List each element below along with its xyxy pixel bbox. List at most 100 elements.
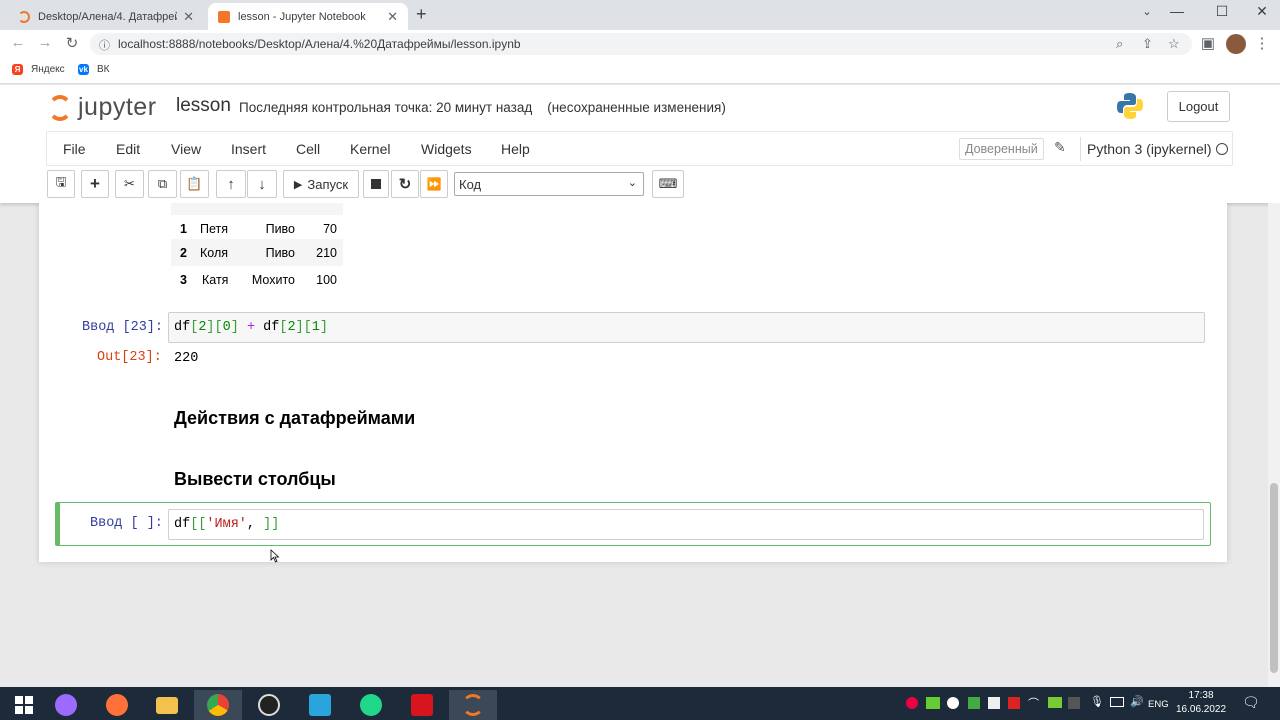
notebook-container: 1 Петя Пиво 70 2 Коля Пиво 210 3 Катя Мо… (39, 203, 1227, 562)
interrupt-button[interactable] (363, 170, 389, 198)
clock[interactable]: 17:38 16.06.2022 (1176, 689, 1226, 717)
back-icon[interactable]: ← (8, 34, 28, 51)
taskbar-app-acrobat[interactable] (398, 690, 446, 720)
forward-icon[interactable]: → (35, 34, 55, 51)
side-panel-icon[interactable]: ▣ (1198, 34, 1218, 52)
code-token: ] (319, 320, 328, 335)
menu-widgets[interactable]: Widgets (421, 141, 472, 157)
code-token: , (246, 517, 264, 532)
new-tab-button[interactable]: + (416, 4, 427, 25)
more-icon[interactable]: ⋮ (1252, 34, 1272, 52)
close-tab-icon[interactable]: ✕ (387, 9, 398, 25)
yandex-tray-icon[interactable] (947, 697, 959, 709)
command-palette-button[interactable]: ⌨ (652, 170, 684, 198)
browser-tab-tree[interactable]: Desktop/Алена/4. Датафреймы/ ✕ (8, 3, 204, 30)
table-row: 1 Петя Пиво 70 (171, 215, 343, 242)
jupyter-logo-icon (48, 94, 72, 121)
language-indicator[interactable]: ENG (1148, 699, 1169, 710)
menu-file[interactable]: File (63, 141, 86, 157)
tray-app-icon[interactable] (988, 697, 1000, 709)
copy-button[interactable]: ⧉ (148, 170, 177, 198)
close-tab-icon[interactable]: ✕ (183, 9, 194, 25)
bookmark-star-icon[interactable]: ☆ (1168, 36, 1180, 52)
input-prompt: Ввод [23]: (82, 320, 164, 335)
taskbar-app-jupyter[interactable] (449, 690, 497, 720)
logout-button[interactable]: Logout (1167, 91, 1230, 122)
code-token: ] (230, 320, 239, 335)
code-input[interactable]: df[2][0] + df[2][1] (168, 312, 1205, 343)
code-token: ][ (206, 320, 223, 335)
menu-edit[interactable]: Edit (116, 141, 140, 157)
cut-button[interactable]: ✂ (115, 170, 144, 198)
menu-cell[interactable]: Cell (296, 141, 320, 157)
chevron-down-icon: ⌄ (627, 177, 637, 189)
paste-button[interactable]: 📋 (180, 170, 209, 198)
minimize-button[interactable]: — (1162, 3, 1192, 19)
taskbar-app-chrome[interactable] (194, 690, 242, 720)
battery-icon[interactable] (1110, 697, 1124, 707)
restart-run-all-button[interactable]: ⏩ (420, 170, 448, 198)
markdown-heading[interactable]: Вывести столбцы (174, 469, 336, 490)
browser-tab-bar: Desktop/Алена/4. Датафреймы/ ✕ lesson - … (0, 0, 1280, 30)
menu-insert[interactable]: Insert (231, 141, 266, 157)
taskbar-app-alice[interactable] (42, 690, 90, 720)
bookmark-yandex[interactable]: Я Яндекс (12, 64, 65, 75)
tray-app-icon[interactable] (906, 697, 918, 709)
cell-type-select[interactable]: Код ⌄ (454, 172, 644, 196)
notification-icon[interactable]: 🗨 (1242, 694, 1260, 711)
jupyter-icon (18, 10, 30, 23)
share-icon[interactable]: ⇪ (1142, 36, 1153, 52)
notebook-site: 1 Петя Пиво 70 2 Коля Пиво 210 3 Катя Мо… (0, 203, 1268, 687)
scrollbar-thumb[interactable] (1270, 483, 1278, 673)
jupyter-logo[interactable]: jupyter (48, 93, 157, 122)
tab-title: Desktop/Алена/4. Датафреймы/ (38, 10, 177, 23)
run-button[interactable]: ▶ Запуск (283, 170, 359, 198)
save-button[interactable]: 🖫 (47, 170, 75, 198)
browser-tab-notebook[interactable]: lesson - Jupyter Notebook ✕ (208, 3, 408, 30)
zoom-icon[interactable]: ⌕ (1116, 36, 1123, 52)
taskbar-app-pycharm[interactable] (347, 690, 395, 720)
close-window-button[interactable]: ✕ (1247, 3, 1277, 20)
tray-app-icon[interactable] (1068, 697, 1080, 709)
move-down-button[interactable]: ↓ (247, 170, 277, 198)
menu-kernel[interactable]: Kernel (350, 141, 390, 157)
markdown-heading[interactable]: Действия с датафреймами (174, 408, 415, 429)
notebook-name[interactable]: lesson (176, 95, 231, 117)
taskbar-app-m[interactable] (296, 690, 344, 720)
cell-drink: Пиво (265, 246, 295, 260)
tray-app-icon[interactable] (1008, 697, 1020, 709)
taskbar-app-explorer[interactable] (143, 690, 191, 720)
start-button[interactable] (0, 690, 48, 720)
menu-help[interactable]: Help (501, 141, 530, 157)
microphone-icon[interactable]: 🎙 (1090, 695, 1104, 708)
trusted-badge[interactable]: Доверенный (959, 138, 1044, 160)
maximize-button[interactable]: ☐ (1207, 3, 1237, 20)
volume-icon[interactable]: 🔊 (1130, 695, 1144, 708)
selected-code-cell[interactable]: Ввод [ ]: df[['Имя', ]] (55, 502, 1211, 546)
wifi-icon[interactable]: ⌒ (1028, 695, 1039, 711)
kernel-name[interactable]: Python 3 (ipykernel) (1087, 141, 1212, 157)
restart-button[interactable]: ↻ (391, 170, 419, 198)
url-bar[interactable]: ⓘ localhost:8888/notebooks/Desktop/Алена… (90, 33, 1192, 55)
bookmark-vk[interactable]: vk ВК (78, 64, 110, 75)
avatar[interactable] (1226, 34, 1246, 54)
reload-icon[interactable]: ↻ (62, 34, 82, 52)
menu-view[interactable]: View (171, 141, 201, 157)
tray-app-icon[interactable] (926, 697, 940, 709)
move-up-button[interactable]: ↑ (216, 170, 246, 198)
insert-cell-button[interactable]: + (81, 170, 109, 198)
taskbar-app-obs[interactable] (245, 690, 293, 720)
code-input[interactable]: df[['Имя', ]] (168, 509, 1204, 540)
info-icon[interactable]: ⓘ (99, 37, 110, 53)
taskbar-app-firefox[interactable] (93, 690, 141, 720)
save-icon: 🖫 (55, 174, 67, 189)
nvidia-icon[interactable] (1048, 697, 1062, 708)
tray-app-icon[interactable] (968, 697, 980, 709)
tab-search-icon[interactable]: ⌄ (1132, 5, 1162, 18)
taskbar: ⌒ 🎙 🔊 ENG 17:38 16.06.2022 🗨 (0, 687, 1280, 720)
address-bar-row: ← → ↻ ⓘ localhost:8888/notebooks/Desktop… (0, 30, 1280, 58)
pencil-icon[interactable]: ✎ (1054, 139, 1066, 156)
jupyter-icon (462, 694, 484, 716)
scissors-icon: ✂ (124, 176, 135, 191)
clock-date: 16.06.2022 (1176, 704, 1227, 715)
